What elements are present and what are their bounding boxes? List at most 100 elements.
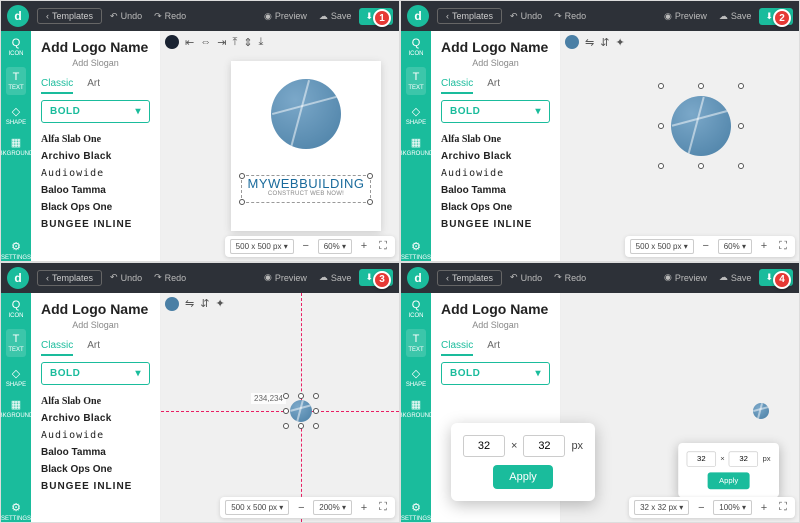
app-logo[interactable]: d	[7, 267, 29, 289]
zoom-out-button[interactable]: −	[294, 501, 308, 515]
canvas-size-select[interactable]: 500 x 500 px ▾	[230, 239, 294, 254]
preview-button[interactable]: ◉ Preview	[660, 11, 711, 22]
flip-v-icon[interactable]: ⇵	[200, 297, 209, 310]
sidebar-shape[interactable]: ◇SHAPE	[406, 367, 426, 388]
apply-button[interactable]: Apply	[493, 465, 553, 489]
app-logo[interactable]: d	[407, 5, 429, 27]
color-swatch[interactable]	[165, 35, 179, 49]
sidebar-icon[interactable]: QICON	[9, 37, 24, 57]
zoom-select[interactable]: 60% ▾	[318, 239, 352, 254]
sidebar-shape[interactable]: ◇SHAPE	[406, 105, 426, 126]
sidebar-bkground[interactable]: ▦BKGROUND	[1, 136, 33, 157]
sidebar-settings[interactable]: ⚙SETTINGS	[1, 240, 31, 261]
globe-icon[interactable]	[753, 403, 769, 419]
align-top-icon[interactable]: ⤒	[232, 36, 237, 49]
redo-button[interactable]: ↷ Redo	[150, 272, 190, 283]
font-item[interactable]: Baloo Tamma	[41, 182, 150, 199]
undo-button[interactable]: ↶ Undo	[106, 272, 146, 283]
canvas-size-select[interactable]: 32 x 32 px ▾	[634, 500, 689, 515]
font-item[interactable]: BUNGEE INLINE	[441, 216, 550, 233]
logo-text[interactable]: MYWEBBUILDING	[242, 176, 370, 191]
undo-button[interactable]: ↶ Undo	[506, 272, 546, 283]
tab-art[interactable]: Art	[87, 340, 100, 356]
sidebar-bkground[interactable]: ▦BKGROUND	[401, 136, 433, 157]
zoom-select[interactable]: 100% ▾	[713, 500, 752, 515]
logo-subtitle[interactable]: CONSTRUCT WEB NOW!	[242, 191, 370, 197]
zoom-select[interactable]: 200% ▾	[313, 500, 352, 515]
save-button[interactable]: ☁ Save	[315, 272, 356, 283]
sidebar-icon[interactable]: QICON	[9, 299, 24, 319]
resize-handle[interactable]	[239, 173, 245, 179]
resize-handle[interactable]	[738, 123, 744, 129]
font-item[interactable]: Black Ops One	[41, 199, 150, 216]
tab-classic[interactable]: Classic	[441, 78, 473, 94]
font-item[interactable]: Audiowide	[41, 427, 150, 444]
color-swatch[interactable]	[165, 297, 179, 311]
tab-classic[interactable]: Classic	[41, 340, 73, 356]
font-item[interactable]: Archivo Black	[41, 148, 150, 165]
logo-name-heading[interactable]: Add Logo Name	[441, 39, 550, 55]
resize-handle[interactable]	[283, 423, 289, 429]
font-item[interactable]: Baloo Tamma	[441, 182, 550, 199]
fullscreen-icon[interactable]: ⛶	[776, 501, 790, 515]
logo-name-heading[interactable]: Add Logo Name	[41, 301, 150, 317]
resize-handle[interactable]	[313, 408, 319, 414]
font-item[interactable]: Audiowide	[441, 165, 550, 182]
sidebar-text[interactable]: TTEXT	[406, 329, 425, 357]
resize-handle[interactable]	[658, 123, 664, 129]
font-item[interactable]: Baloo Tamma	[41, 444, 150, 461]
sidebar-icon[interactable]: QICON	[409, 299, 424, 319]
tab-art[interactable]: Art	[487, 78, 500, 94]
font-selector[interactable]: BOLD▾	[41, 362, 150, 385]
save-button[interactable]: ☁ Save	[715, 272, 756, 283]
resize-handle[interactable]	[658, 163, 664, 169]
zoom-in-button[interactable]: +	[757, 501, 771, 515]
flip-h-icon[interactable]: ⇋	[585, 36, 594, 49]
font-item[interactable]: Black Ops One	[441, 199, 550, 216]
font-item[interactable]: BUNGEE INLINE	[41, 478, 150, 495]
canvas-size-select[interactable]: 500 x 500 px ▾	[225, 500, 289, 515]
font-item[interactable]: Alfa Slab One	[41, 393, 150, 410]
templates-button[interactable]: ‹ Templates	[437, 270, 502, 286]
height-input[interactable]	[523, 435, 565, 457]
preview-button[interactable]: ◉ Preview	[260, 272, 311, 283]
effects-icon[interactable]: ✦	[215, 297, 224, 310]
effects-icon[interactable]: ✦	[615, 36, 624, 49]
sidebar-text[interactable]: TTEXT	[406, 67, 425, 95]
logo-name-heading[interactable]: Add Logo Name	[441, 301, 550, 317]
templates-button[interactable]: ‹ Templates	[37, 8, 102, 24]
tab-classic[interactable]: Classic	[41, 78, 73, 94]
zoom-in-button[interactable]: +	[757, 239, 771, 253]
logo-name-heading[interactable]: Add Logo Name	[41, 39, 150, 55]
templates-button[interactable]: ‹ Templates	[37, 270, 102, 286]
resize-handle[interactable]	[738, 163, 744, 169]
slogan-text[interactable]: Add Slogan	[41, 58, 150, 68]
fullscreen-icon[interactable]: ⛶	[376, 501, 390, 515]
sidebar-bkground[interactable]: ▦BKGROUND	[1, 398, 33, 419]
fullscreen-icon[interactable]: ⛶	[376, 239, 390, 253]
canvas-area[interactable]: ⇤⇔⇥ ⤒⇕⤓ MYWEBBUILDING CONSTRUCT WEB NOW!…	[161, 31, 399, 261]
align-center-icon[interactable]: ⇔	[200, 36, 211, 48]
tab-art[interactable]: Art	[87, 78, 100, 94]
color-swatch[interactable]	[565, 35, 579, 49]
redo-button[interactable]: ↷ Redo	[550, 11, 590, 22]
canvas-size-select[interactable]: 500 x 500 px ▾	[630, 239, 694, 254]
resize-handle[interactable]	[283, 393, 289, 399]
sidebar-bkground[interactable]: ▦BKGROUND	[401, 398, 433, 419]
sidebar-text[interactable]: TTEXT	[6, 329, 25, 357]
flip-v-icon[interactable]: ⇵	[600, 36, 609, 49]
app-logo[interactable]: d	[407, 267, 429, 289]
sidebar-settings[interactable]: ⚙SETTINGS	[1, 501, 31, 522]
logo-card[interactable]: MYWEBBUILDING CONSTRUCT WEB NOW!	[231, 61, 381, 231]
save-button[interactable]: ☁ Save	[715, 11, 756, 22]
slogan-text[interactable]: Add Slogan	[41, 320, 150, 330]
tab-art[interactable]: Art	[487, 340, 500, 356]
undo-button[interactable]: ↶ Undo	[106, 11, 146, 22]
redo-button[interactable]: ↷ Redo	[150, 11, 190, 22]
font-selector[interactable]: BOLD▾	[41, 100, 150, 123]
undo-button[interactable]: ↶ Undo	[506, 11, 546, 22]
preview-button[interactable]: ◉ Preview	[260, 11, 311, 22]
zoom-in-button[interactable]: +	[357, 239, 371, 253]
align-left-icon[interactable]: ⇤	[185, 36, 194, 49]
sidebar-text[interactable]: TTEXT	[6, 67, 25, 95]
